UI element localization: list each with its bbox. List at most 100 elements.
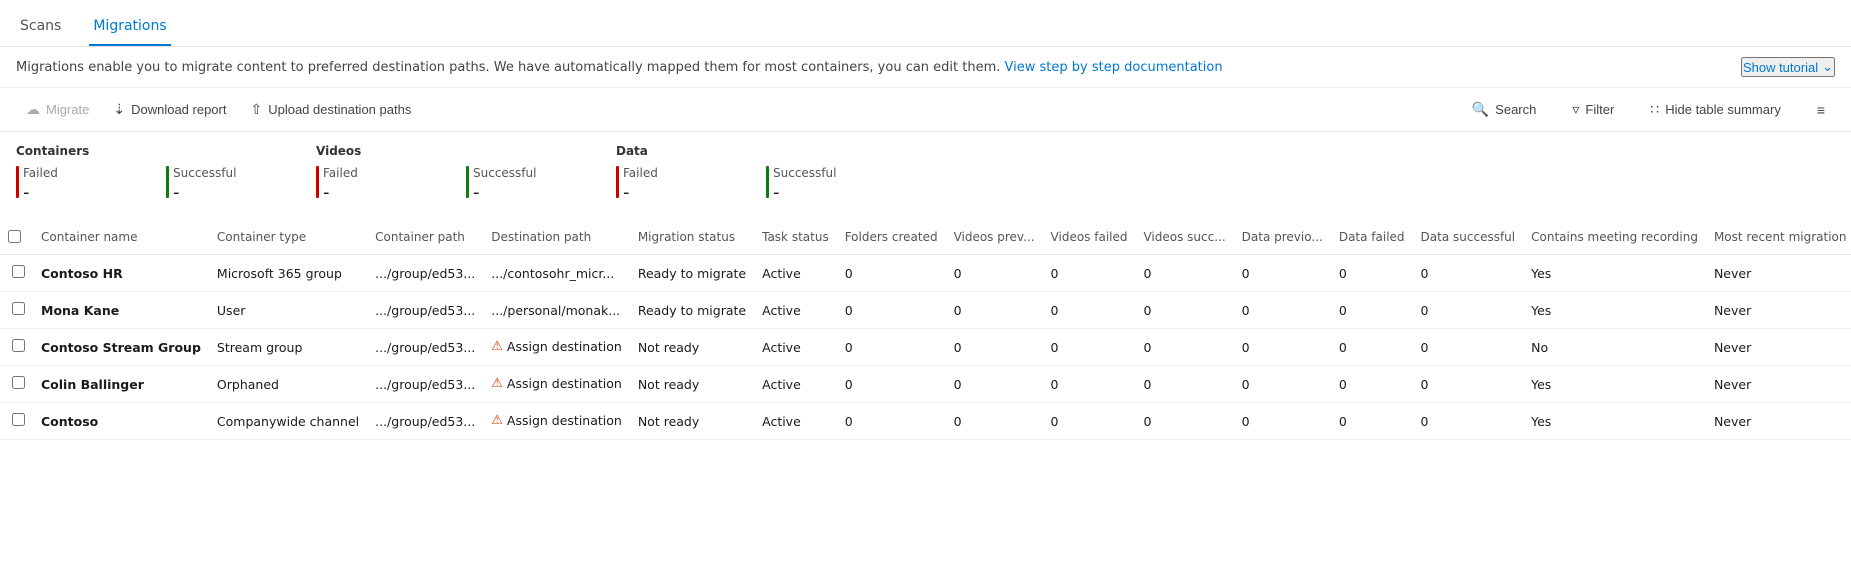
row-checkbox[interactable]	[12, 302, 25, 315]
cell-destination_path: .../contosohr_micr...	[483, 255, 630, 292]
cell-videos_failed: 0	[1043, 255, 1136, 292]
show-tutorial-button[interactable]: Show tutorial ⌄	[1741, 57, 1835, 77]
row-checkbox[interactable]	[12, 265, 25, 278]
cell-destination_path[interactable]: ⚠Assign destination	[483, 366, 630, 401]
row-checkbox[interactable]	[12, 376, 25, 389]
th-data_failed: Data failed	[1331, 219, 1413, 255]
cell-folders_created: 0	[837, 366, 946, 403]
summary-item-label: Successful	[473, 166, 536, 180]
cell-videos_prev: 0	[946, 366, 1043, 403]
cell-data_failed: 0	[1331, 329, 1413, 366]
cell-container_type: Orphaned	[209, 366, 367, 403]
successful-bar-icon	[466, 166, 469, 198]
cell-container_name: Colin Ballinger	[33, 366, 209, 403]
cell-videos_succ: 0	[1135, 366, 1233, 403]
th-container_name: Container name	[33, 219, 209, 255]
cell-contains_meeting: Yes	[1523, 255, 1706, 292]
toolbar-right: 🔍 Search ▿ Filter ∷ Hide table summary ≡	[1462, 96, 1835, 123]
summary-group-containers: ContainersFailed-Successful-	[16, 144, 316, 211]
summary-item: Successful-	[166, 166, 316, 211]
cell-container_type: User	[209, 292, 367, 329]
cell-task_status: Active	[754, 292, 837, 329]
summary-group-title: Data	[616, 144, 916, 158]
cell-data_failed: 0	[1331, 403, 1413, 440]
cell-data_failed: 0	[1331, 366, 1413, 403]
cell-container_type: Companywide channel	[209, 403, 367, 440]
upload-destination-button[interactable]: ⇧ Upload destination paths	[240, 96, 421, 123]
tab-scans[interactable]: Scans	[16, 8, 65, 46]
cell-container_name: Contoso	[33, 403, 209, 440]
failed-bar-icon	[16, 166, 19, 198]
toolbar: ☁ Migrate ⇣ Download report ⇧ Upload des…	[0, 88, 1851, 132]
tab-bar: Scans Migrations	[0, 0, 1851, 47]
summary-item-value: -	[773, 182, 836, 203]
cell-destination_path: .../personal/monak...	[483, 292, 630, 329]
cell-videos_succ: 0	[1135, 329, 1233, 366]
cell-task_status: Active	[754, 255, 837, 292]
cell-most_recent: Never	[1706, 329, 1851, 366]
summary-item: Failed-	[316, 166, 466, 211]
th-videos_succ: Videos succ...	[1135, 219, 1233, 255]
th-destination_path: Destination path	[483, 219, 630, 255]
tab-migrations[interactable]: Migrations	[89, 8, 170, 46]
filter-button[interactable]: ▿ Filter	[1562, 96, 1624, 123]
th-folders_created: Folders created	[837, 219, 946, 255]
th-data_successful: Data successful	[1413, 219, 1524, 255]
cell-migration_status: Not ready	[630, 366, 754, 403]
row-checkbox-cell	[0, 329, 33, 366]
search-button[interactable]: 🔍 Search	[1462, 96, 1547, 123]
cell-container_name: Mona Kane	[33, 292, 209, 329]
cell-data_failed: 0	[1331, 292, 1413, 329]
cell-videos_failed: 0	[1043, 366, 1136, 403]
cell-task_status: Active	[754, 329, 837, 366]
cell-container_path: .../group/ed53...	[367, 292, 483, 329]
th-videos_prev: Videos prev...	[946, 219, 1043, 255]
summary-item-value: -	[473, 182, 536, 203]
table-row: Mona KaneUser.../group/ed53....../person…	[0, 292, 1851, 329]
migrate-button[interactable]: ☁ Migrate	[16, 96, 99, 123]
cell-videos_succ: 0	[1135, 403, 1233, 440]
cell-destination_path[interactable]: ⚠Assign destination	[483, 403, 630, 438]
summary-item-value: -	[323, 182, 358, 203]
cell-videos_failed: 0	[1043, 403, 1136, 440]
cell-data_successful: 0	[1413, 366, 1524, 403]
migrate-icon: ☁	[26, 101, 40, 118]
th-contains_meeting: Contains meeting recording	[1523, 219, 1706, 255]
cell-videos_prev: 0	[946, 329, 1043, 366]
warning-icon: ⚠	[491, 413, 503, 428]
more-icon: ≡	[1817, 102, 1825, 118]
migrations-table: Container nameContainer typeContainer pa…	[0, 219, 1851, 440]
cell-folders_created: 0	[837, 403, 946, 440]
download-report-button[interactable]: ⇣ Download report	[103, 96, 236, 123]
summary-section: ContainersFailed-Successful-VideosFailed…	[0, 132, 1851, 219]
th-container_type: Container type	[209, 219, 367, 255]
summary-item-value: -	[23, 182, 58, 203]
row-checkbox[interactable]	[12, 339, 25, 352]
th-check	[0, 219, 33, 255]
hide-summary-button[interactable]: ∷ Hide table summary	[1640, 96, 1791, 123]
summary-group-title: Containers	[16, 144, 316, 158]
cell-destination_path[interactable]: ⚠Assign destination	[483, 329, 630, 364]
documentation-link[interactable]: View step by step documentation	[1005, 60, 1223, 75]
cell-most_recent: Never	[1706, 292, 1851, 329]
cell-videos_prev: 0	[946, 403, 1043, 440]
select-all-checkbox[interactable]	[8, 230, 21, 243]
th-most_recent[interactable]: Most recent migration ↓	[1706, 219, 1851, 255]
description-bar: Migrations enable you to migrate content…	[0, 47, 1851, 88]
th-data_previo: Data previo...	[1234, 219, 1331, 255]
more-button[interactable]: ≡	[1807, 97, 1835, 123]
th-migration_status: Migration status	[630, 219, 754, 255]
row-checkbox-cell	[0, 255, 33, 292]
cell-contains_meeting: Yes	[1523, 403, 1706, 440]
cell-contains_meeting: Yes	[1523, 366, 1706, 403]
cell-data_previo: 0	[1234, 403, 1331, 440]
cell-videos_succ: 0	[1135, 255, 1233, 292]
cell-folders_created: 0	[837, 255, 946, 292]
row-checkbox-cell	[0, 403, 33, 440]
row-checkbox[interactable]	[12, 413, 25, 426]
table-row: Contoso Stream GroupStream group.../grou…	[0, 329, 1851, 366]
failed-bar-icon	[616, 166, 619, 198]
summary-item-label: Successful	[773, 166, 836, 180]
summary-item-value: -	[623, 182, 658, 203]
th-task_status: Task status	[754, 219, 837, 255]
